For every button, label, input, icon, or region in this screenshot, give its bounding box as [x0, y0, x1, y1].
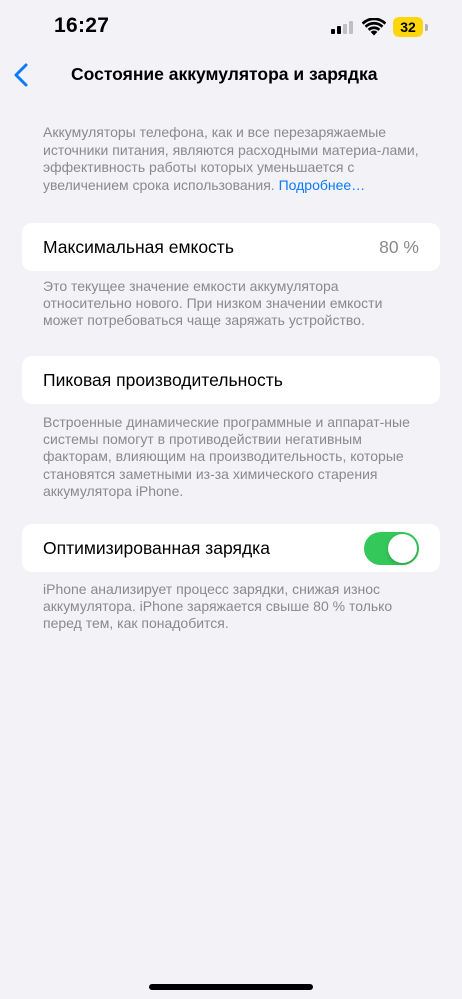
back-button[interactable]	[10, 60, 36, 90]
intro-description: Аккумуляторы телефона, как и все перезар…	[43, 124, 428, 194]
max-capacity-row: Максимальная емкость 80 %	[22, 223, 440, 271]
page-title: Состояние аккумулятора и зарядка	[71, 64, 378, 84]
learn-more-link[interactable]: Подробнее…	[279, 177, 366, 193]
cellular-signal-icon	[331, 21, 353, 34]
battery-settings-screen: 16:27 32 Состояние аккумулятора и зарядк…	[0, 0, 462, 999]
battery-cap	[425, 23, 428, 31]
optimized-charging-footnote: iPhone анализирует процесс зарядки, сниж…	[43, 581, 393, 632]
chevron-left-icon	[14, 63, 28, 87]
status-time: 16:27	[54, 14, 110, 37]
optimized-charging-label: Оптимизированная зарядка	[43, 538, 270, 558]
optimized-charging-row: Оптимизированная зарядка	[22, 524, 440, 572]
peak-performance-row[interactable]: Пиковая производительность	[22, 356, 440, 404]
peak-performance-footnote: Встроенные динамические программные и ап…	[43, 414, 410, 499]
optimized-charging-toggle[interactable]	[364, 532, 419, 565]
max-capacity-footnote: Это текущее значение емкости аккумулятор…	[43, 278, 383, 329]
home-indicator[interactable]	[149, 984, 313, 990]
battery-level: 32	[393, 17, 423, 37]
wifi-icon	[362, 18, 386, 36]
navigation-bar: Состояние аккумулятора и зарядка	[0, 56, 462, 94]
max-capacity-value: 80 %	[379, 237, 419, 257]
max-capacity-label: Максимальная емкость	[43, 237, 234, 257]
status-bar: 16:27 32	[0, 0, 462, 54]
peak-performance-label: Пиковая производительность	[43, 370, 283, 390]
battery-icon: 32	[393, 17, 428, 37]
toggle-knob	[388, 534, 417, 563]
